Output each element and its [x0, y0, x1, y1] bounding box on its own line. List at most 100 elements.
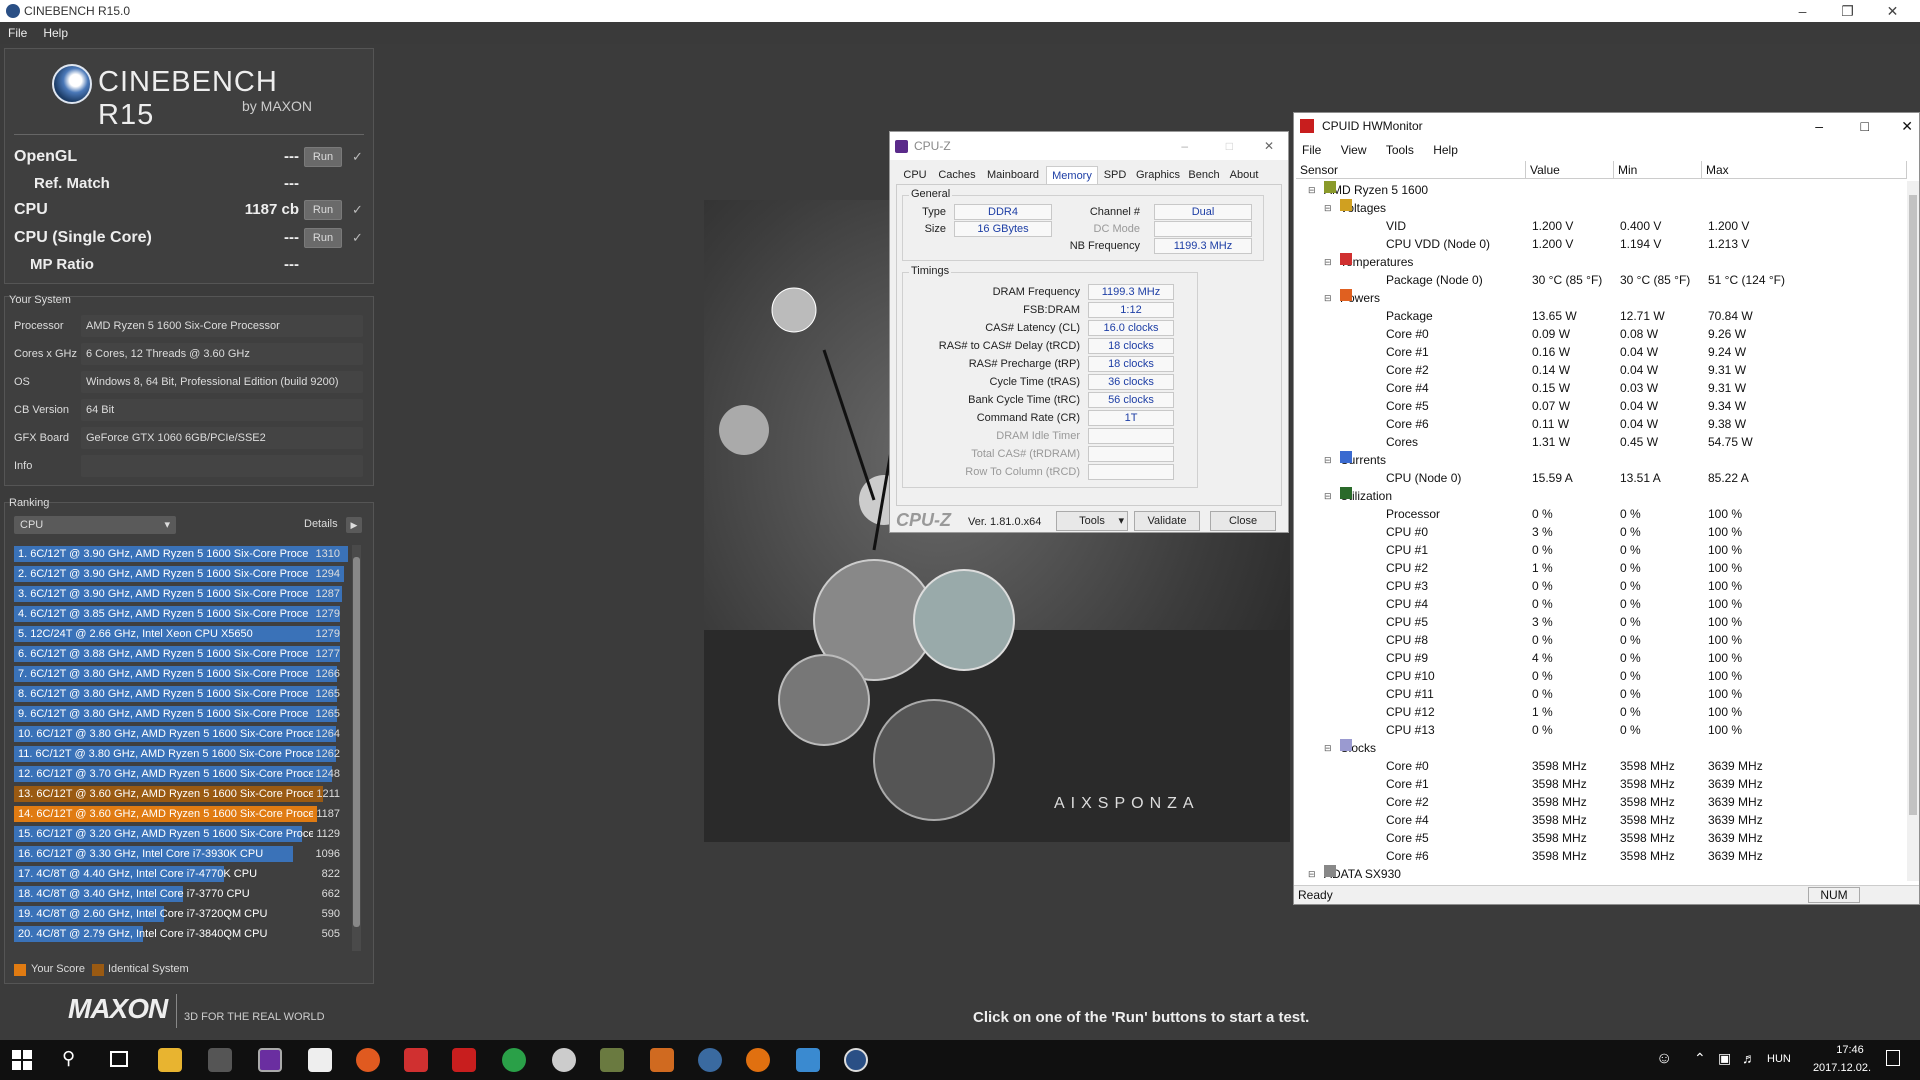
cpu-run-button[interactable]: Run — [304, 200, 342, 220]
collapse-toggle-icon[interactable]: ⊟ — [1324, 253, 1332, 271]
cpuz-tab-spd[interactable]: SPD — [1100, 166, 1130, 184]
opengl-run-button[interactable]: Run — [304, 147, 342, 167]
close-button[interactable]: ✕ — [1870, 0, 1915, 22]
details-arrow-icon[interactable]: ▶ — [346, 517, 362, 533]
ranking-row[interactable]: 2. 6C/12T @ 3.90 GHz, AMD Ryzen 5 1600 S… — [14, 565, 348, 583]
ranking-row[interactable]: 6. 6C/12T @ 3.88 GHz, AMD Ryzen 5 1600 S… — [14, 645, 348, 663]
ranking-row[interactable]: 13. 6C/12T @ 3.60 GHz, AMD Ryzen 5 1600 … — [14, 785, 348, 803]
sensor-row[interactable]: Package 13.65 W 12.71 W 70.84 W — [1296, 307, 1907, 325]
column-sensor[interactable]: Sensor — [1296, 161, 1526, 179]
cpuz-tab-bench[interactable]: Bench — [1186, 166, 1222, 184]
ranking-row[interactable]: 8. 6C/12T @ 3.80 GHz, AMD Ryzen 5 1600 S… — [14, 685, 348, 703]
tree-node[interactable]: ⊟ Utilization — [1296, 487, 1907, 505]
people-icon[interactable]: ☺ — [1656, 1050, 1672, 1068]
sensor-row[interactable]: Core #1 0.16 W 0.04 W 9.24 W — [1296, 343, 1907, 361]
tree-node[interactable]: ⊟ ADATA SX930 — [1296, 865, 1907, 881]
hwmonitor-close-button[interactable]: ✕ — [1901, 113, 1913, 140]
collapse-toggle-icon[interactable]: ⊟ — [1324, 487, 1332, 505]
cpuz-tab-about[interactable]: About — [1224, 166, 1264, 184]
cpuz-tab-memory[interactable]: Memory — [1046, 166, 1098, 184]
cpuz-taskbar-icon[interactable] — [258, 1048, 282, 1072]
sensor-row[interactable]: CPU VDD (Node 0) 1.200 V 1.194 V 1.213 V — [1296, 235, 1907, 253]
info-field[interactable] — [81, 455, 363, 477]
ranking-row[interactable]: 5. 12C/24T @ 2.66 GHz, Intel Xeon CPU X5… — [14, 625, 348, 643]
ranking-row[interactable]: 9. 6C/12T @ 3.80 GHz, AMD Ryzen 5 1600 S… — [14, 705, 348, 723]
cpuz-minimize-button[interactable]: – — [1181, 132, 1188, 160]
column-max[interactable]: Max — [1702, 161, 1907, 179]
sensor-row[interactable]: Core #5 0.07 W 0.04 W 9.34 W — [1296, 397, 1907, 415]
speaker-icon[interactable]: ♬ — [1742, 1050, 1756, 1066]
network-icon[interactable]: ▣ — [1718, 1050, 1731, 1067]
hwmonitor-taskbar-icon[interactable] — [452, 1048, 476, 1072]
collapse-toggle-icon[interactable]: ⊟ — [1324, 739, 1332, 757]
sensor-row[interactable]: CPU #8 0 % 0 % 100 % — [1296, 631, 1907, 649]
hw-menu-tools[interactable]: Tools — [1378, 143, 1422, 157]
sublime-icon[interactable] — [650, 1048, 674, 1072]
ranking-row[interactable]: 20. 4C/8T @ 2.79 GHz, Intel Core i7-3840… — [14, 925, 348, 943]
details-label[interactable]: Details — [304, 518, 338, 530]
sensor-row[interactable]: CPU #9 4 % 0 % 100 % — [1296, 649, 1907, 667]
sensor-row[interactable]: CPU #11 0 % 0 % 100 % — [1296, 685, 1907, 703]
hw-menu-help[interactable]: Help — [1425, 143, 1466, 157]
ranking-row[interactable]: 17. 4C/8T @ 4.40 GHz, Intel Core i7-4770… — [14, 865, 348, 883]
sensor-row[interactable]: Core #0 3598 MHz 3598 MHz 3639 MHz — [1296, 757, 1907, 775]
column-value[interactable]: Value — [1526, 161, 1614, 179]
sensor-row[interactable]: CPU #13 0 % 0 % 100 % — [1296, 721, 1907, 739]
sensor-row[interactable]: Core #6 0.11 W 0.04 W 9.38 W — [1296, 415, 1907, 433]
cpuz-tab-cpu[interactable]: CPU — [898, 166, 932, 184]
tree-node[interactable]: ⊟ Temperatures — [1296, 253, 1907, 271]
sensor-row[interactable]: CPU (Node 0) 15.59 A 13.51 A 85.22 A — [1296, 469, 1907, 487]
steam-icon[interactable] — [698, 1048, 722, 1072]
sensor-row[interactable]: CPU #4 0 % 0 % 100 % — [1296, 595, 1907, 613]
cpuz-close-action-button[interactable]: Close — [1210, 511, 1276, 531]
ranking-row[interactable]: 11. 6C/12T @ 3.80 GHz, AMD Ryzen 5 1600 … — [14, 745, 348, 763]
ranking-row[interactable]: 10. 6C/12T @ 3.80 GHz, AMD Ryzen 5 1600 … — [14, 725, 348, 743]
ranking-row[interactable]: 3. 6C/12T @ 3.90 GHz, AMD Ryzen 5 1600 S… — [14, 585, 348, 603]
uplay-icon[interactable] — [796, 1048, 820, 1072]
hwmonitor-scroll-thumb[interactable] — [1909, 195, 1917, 815]
store-icon[interactable] — [208, 1048, 232, 1072]
tree-node[interactable]: ⊟ Currents — [1296, 451, 1907, 469]
collapse-toggle-icon[interactable]: ⊟ — [1324, 289, 1332, 307]
file-explorer-icon[interactable] — [158, 1048, 182, 1072]
xbox-icon[interactable] — [502, 1048, 526, 1072]
arma-icon[interactable] — [404, 1048, 428, 1072]
menu-file[interactable]: File — [0, 26, 35, 40]
sensor-row[interactable]: VID 1.200 V 0.400 V 1.200 V — [1296, 217, 1907, 235]
sensor-row[interactable]: Core #2 3598 MHz 3598 MHz 3639 MHz — [1296, 793, 1907, 811]
hwmonitor-minimize-button[interactable]: – — [1815, 113, 1823, 140]
ranking-row[interactable]: 14. 6C/12T @ 3.60 GHz, AMD Ryzen 5 1600 … — [14, 805, 348, 823]
ranking-row[interactable]: 19. 4C/8T @ 2.60 GHz, Intel Core i7-3720… — [14, 905, 348, 923]
menu-help[interactable]: Help — [35, 26, 76, 40]
sensor-row[interactable]: CPU #3 0 % 0 % 100 % — [1296, 577, 1907, 595]
single-core-run-button[interactable]: Run — [304, 228, 342, 248]
ranking-row[interactable]: 16. 6C/12T @ 3.30 GHz, Intel Core i7-393… — [14, 845, 348, 863]
clock-time[interactable]: 17:46 — [1820, 1044, 1880, 1056]
cpuz-tab-caches[interactable]: Caches — [934, 166, 980, 184]
cpuz-tab-graphics[interactable]: Graphics — [1132, 166, 1184, 184]
tree-node[interactable]: ⊟ Powers — [1296, 289, 1907, 307]
sensor-row[interactable]: CPU #1 0 % 0 % 100 % — [1296, 541, 1907, 559]
collapse-toggle-icon[interactable]: ⊟ — [1324, 451, 1332, 469]
collapse-toggle-icon[interactable]: ⊟ — [1308, 181, 1316, 199]
sensor-row[interactable]: CPU #0 3 % 0 % 100 % — [1296, 523, 1907, 541]
search-icon[interactable]: ⚲ — [62, 1048, 75, 1069]
sensor-row[interactable]: Core #6 3598 MHz 3598 MHz 3639 MHz — [1296, 847, 1907, 865]
sensor-row[interactable]: Core #5 3598 MHz 3598 MHz 3639 MHz — [1296, 829, 1907, 847]
game-controller-icon[interactable] — [600, 1048, 624, 1072]
ranking-select[interactable]: CPU ▾ — [14, 516, 176, 534]
tree-node[interactable]: ⊟ AMD Ryzen 5 1600 — [1296, 181, 1907, 199]
tree-node[interactable]: ⊟ Voltages — [1296, 199, 1907, 217]
column-min[interactable]: Min — [1614, 161, 1702, 179]
language-indicator[interactable]: HUN — [1767, 1053, 1791, 1065]
hwmonitor-maximize-button[interactable]: □ — [1861, 113, 1869, 140]
sensor-row[interactable]: Core #0 0.09 W 0.08 W 9.26 W — [1296, 325, 1907, 343]
ranking-row[interactable]: 7. 6C/12T @ 3.80 GHz, AMD Ryzen 5 1600 S… — [14, 665, 348, 683]
task-view-icon[interactable] — [110, 1051, 128, 1067]
firefox-icon[interactable] — [746, 1048, 770, 1072]
ranking-row[interactable]: 18. 4C/8T @ 3.40 GHz, Intel Core i7-3770… — [14, 885, 348, 903]
cpuz-close-button[interactable]: ✕ — [1264, 132, 1274, 160]
origin-icon[interactable] — [356, 1048, 380, 1072]
cpuz-tools-button[interactable]: Tools ▾ — [1056, 511, 1128, 531]
sensor-row[interactable]: Core #2 0.14 W 0.04 W 9.31 W — [1296, 361, 1907, 379]
